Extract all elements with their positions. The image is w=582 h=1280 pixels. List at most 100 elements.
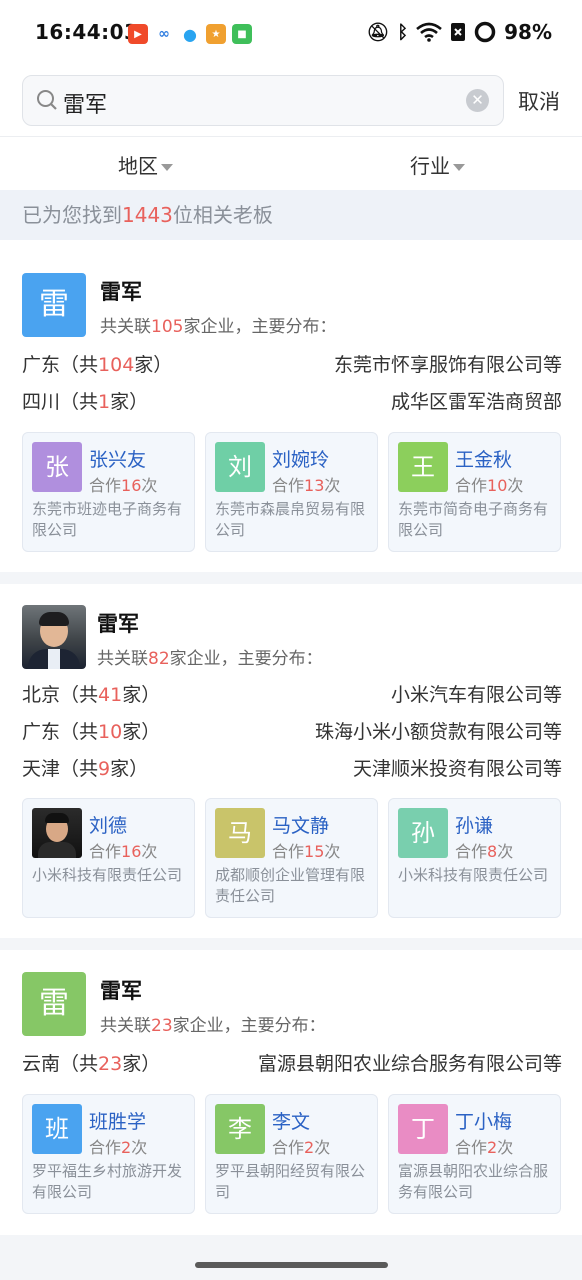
times-suffix: 次 [324, 842, 341, 861]
distribution-row[interactable]: 天津（共9家） 天津顺米投资有限公司等 [22, 754, 562, 782]
cooperation-times: 合作15次 [272, 838, 340, 862]
region-prefix: 广东（共 [22, 721, 99, 743]
times-suffix: 次 [141, 842, 158, 861]
result-prefix: 已为您找到 [22, 203, 122, 227]
times-count: 16 [121, 842, 142, 861]
region-count: 41 [98, 684, 123, 706]
partner-company: 东莞市森晨帛贸易有限公司 [215, 500, 366, 539]
clear-icon[interactable]: ✕ [466, 89, 489, 112]
company-summary: 共关联23家企业，主要分布： [100, 1011, 326, 1036]
notification-icons: ▶ ∞ ● ★ ■ [128, 24, 252, 44]
company-summary: 共关联105家企业，主要分布： [100, 312, 336, 337]
partner-name: 刘德 [89, 815, 128, 837]
result-count: 已为您找到1443位相关老板 [0, 190, 582, 240]
region-company: 东莞市怀享服饰有限公司等 [333, 354, 562, 376]
company-summary: 共关联82家企业，主要分布： [97, 644, 323, 669]
partner-card[interactable]: 班 班胜学 合作2次 罗平福生乡村旅游开发有限公司 [22, 1094, 195, 1214]
region: 云南（共23家） [22, 1049, 160, 1076]
status-bar: 16:44:03 ▶ ∞ ● ★ ■ 🔕︎ ᛒ 98% [0, 0, 582, 68]
summary-suffix: 家企业，主要分布： [183, 317, 337, 337]
region-company: 富源县朝阳农业综合服务有限公司等 [257, 1053, 562, 1075]
times-prefix: 合作 [455, 1138, 488, 1157]
region-company: 天津顺米投资有限公司等 [352, 758, 562, 780]
distribution-row[interactable]: 北京（共41家） 小米汽车有限公司等 [22, 680, 562, 708]
cancel-button[interactable]: 取消 [518, 86, 560, 116]
times-suffix: 次 [314, 1138, 331, 1157]
times-count: 8 [487, 842, 498, 861]
region-suffix: 家） [110, 758, 149, 780]
distribution-row[interactable]: 广东（共10家） 珠海小米小额贷款有限公司等 [22, 717, 562, 745]
region-count: 9 [98, 758, 111, 780]
distribution-row[interactable]: 四川（共1家） 成华区雷军浩商贸部 [22, 387, 562, 415]
boss-card[interactable]: 雷 雷军 共关联105家企业，主要分布： 广东（共104家） 东莞市怀享服饰有限… [0, 240, 582, 572]
cooperation-times: 合作16次 [89, 838, 157, 862]
times-count: 13 [304, 476, 325, 495]
partner-list: 班 班胜学 合作2次 罗平福生乡村旅游开发有限公司 李 李文 合作2次 罗平县朝… [22, 1094, 562, 1214]
cooperation-times: 合作2次 [272, 1134, 330, 1158]
region: 广东（共10家） [22, 717, 160, 744]
search-input[interactable]: 雷军 ✕ [22, 75, 504, 126]
partner-card[interactable]: 孙 孙谦 合作8次 小米科技有限责任公司 [388, 798, 561, 918]
region-suffix: 家） [122, 1053, 161, 1075]
search-query[interactable]: 雷军 [63, 87, 107, 119]
partner-name: 丁小梅 [455, 1111, 513, 1133]
partner-company: 罗平县朝阳经贸有限公司 [215, 1162, 366, 1201]
home-indicator[interactable] [195, 1262, 388, 1268]
person-name[interactable]: 雷军 [100, 276, 142, 306]
industry-filter[interactable]: 行业 [410, 150, 465, 179]
summary-prefix: 共关联 [100, 1016, 151, 1036]
qq-icon: ● [180, 24, 200, 44]
partner-avatar: 刘 [215, 442, 265, 492]
times-prefix: 合作 [272, 842, 305, 861]
times-count: 2 [304, 1138, 315, 1157]
times-suffix: 次 [497, 842, 514, 861]
partner-card[interactable]: 王 王金秋 合作10次 东莞市简奇电子商务有限公司 [388, 432, 561, 552]
partner-name: 刘婉玲 [272, 449, 330, 471]
times-suffix: 次 [497, 1138, 514, 1157]
region: 四川（共1家） [22, 387, 148, 414]
boss-card[interactable]: 雷军 共关联82家企业，主要分布： 北京（共41家） 小米汽车有限公司等 广东（… [0, 584, 582, 938]
partner-company: 罗平福生乡村旅游开发有限公司 [32, 1162, 183, 1201]
region-filter[interactable]: 地区 [118, 150, 173, 179]
region-prefix: 天津（共 [22, 758, 99, 780]
distribution-row[interactable]: 云南（共23家） 富源县朝阳农业综合服务有限公司等 [22, 1049, 562, 1077]
partner-name: 李文 [272, 1111, 311, 1133]
region-filter-label: 地区 [118, 154, 158, 178]
game-icon: ★ [206, 24, 226, 44]
partner-name: 张兴友 [89, 449, 147, 471]
sim-icon [451, 23, 466, 41]
times-prefix: 合作 [89, 1138, 122, 1157]
partner-card[interactable]: 马 马文静 合作15次 成都顺创企业管理有限责任公司 [205, 798, 378, 918]
summary-count: 23 [151, 1016, 173, 1036]
times-prefix: 合作 [89, 476, 122, 495]
cooperation-times: 合作10次 [455, 472, 523, 496]
partner-card[interactable]: 李 李文 合作2次 罗平县朝阳经贸有限公司 [205, 1094, 378, 1214]
result-suffix: 位相关老板 [172, 203, 273, 227]
summary-count: 105 [151, 317, 184, 337]
times-count: 15 [304, 842, 325, 861]
times-prefix: 合作 [89, 842, 122, 861]
cooperation-times: 合作8次 [455, 838, 513, 862]
person-name[interactable]: 雷军 [100, 975, 142, 1005]
partner-avatar-photo [32, 808, 82, 858]
partner-card[interactable]: 张 张兴友 合作16次 东莞市班迹电子商务有限公司 [22, 432, 195, 552]
person-name[interactable]: 雷军 [97, 608, 139, 638]
boss-card[interactable]: 雷 雷军 共关联23家企业，主要分布： 云南（共23家） 富源县朝阳农业综合服务… [0, 950, 582, 1235]
avatar-photo [22, 605, 86, 669]
region-count: 10 [98, 721, 123, 743]
partner-company: 小米科技有限责任公司 [398, 866, 549, 884]
distribution-row[interactable]: 广东（共104家） 东莞市怀享服饰有限公司等 [22, 350, 562, 378]
partner-avatar: 孙 [398, 808, 448, 858]
partner-card[interactable]: 刘德 合作16次 小米科技有限责任公司 [22, 798, 195, 918]
battery-level: 98% [504, 20, 552, 44]
wifi-icon [416, 22, 442, 42]
times-prefix: 合作 [455, 842, 488, 861]
times-suffix: 次 [507, 476, 524, 495]
partner-name: 孙谦 [455, 815, 494, 837]
region-count: 23 [98, 1053, 123, 1075]
summary-prefix: 共关联 [97, 649, 148, 669]
partner-card[interactable]: 刘 刘婉玲 合作13次 东莞市森晨帛贸易有限公司 [205, 432, 378, 552]
region: 天津（共9家） [22, 754, 148, 781]
region-company: 小米汽车有限公司等 [390, 684, 562, 706]
partner-card[interactable]: 丁 丁小梅 合作2次 富源县朝阳农业综合服务有限公司 [388, 1094, 561, 1214]
